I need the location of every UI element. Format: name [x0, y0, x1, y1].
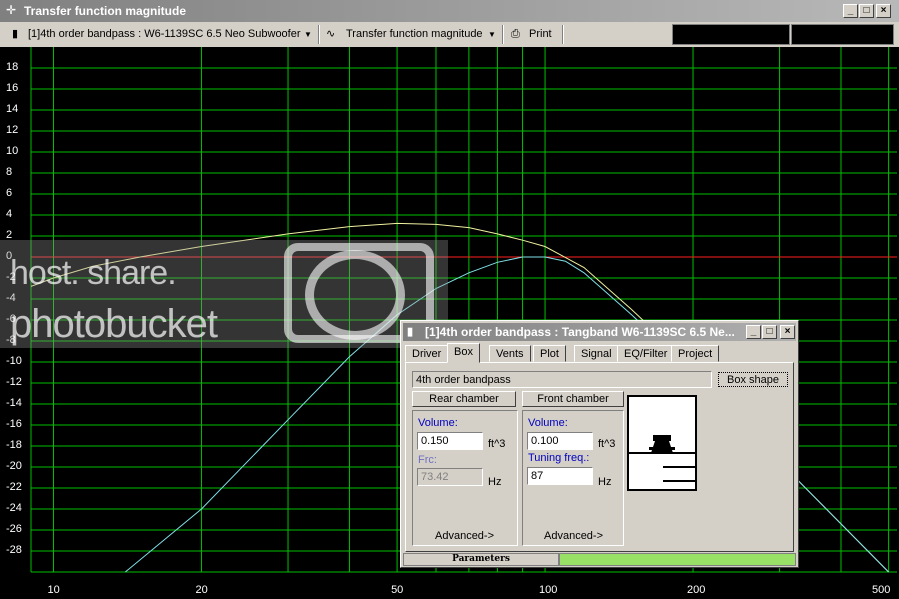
watermark-line-2: photobucket [10, 302, 218, 346]
y-tick-label: -28 [6, 544, 22, 556]
chevron-down-icon[interactable]: ▼ [304, 25, 312, 44]
box-dialog: ▮ [1]4th order bandpass : Tangband W6-11… [400, 320, 799, 568]
front-chamber-header[interactable]: Front chamber [522, 391, 624, 407]
y-tick-label: -26 [6, 523, 22, 535]
tab-vents[interactable]: Vents [489, 345, 531, 362]
y-tick-label: -14 [6, 397, 22, 409]
y-tick-label: -16 [6, 418, 22, 430]
y-tick-label: -10 [6, 355, 22, 367]
tab-plot[interactable]: Plot [533, 345, 566, 362]
rear-frc-unit: Hz [488, 476, 502, 488]
tab-box[interactable]: Box [447, 343, 480, 363]
y-tick-label: 6 [6, 187, 13, 199]
x-tick-label: 10 [47, 584, 60, 596]
x-tick-label: 50 [391, 584, 404, 596]
y-tick-label: 4 [6, 208, 13, 220]
dialog-title: [1]4th order bandpass : Tangband W6-1139… [425, 325, 735, 339]
y-tick-label: -20 [6, 460, 22, 472]
front-chamber-group: Volume: 0.100 ft^3 Tuning freq.: 87 Hz A… [522, 410, 624, 546]
rear-frc-input: 73.42 [417, 468, 483, 486]
rear-chamber-group: Volume: 0.150 ft^3 Frc: 73.42 Hz Advance… [412, 410, 518, 546]
front-volume-unit: ft^3 [598, 438, 616, 450]
box-tab-panel: 4th order bandpass Box shape Rear chambe… [405, 362, 794, 552]
rear-volume-input[interactable]: 0.150 [417, 432, 483, 450]
bandpass-box-diagram-icon [629, 435, 695, 482]
minimize-button[interactable]: _ [843, 4, 858, 18]
box-diagram [627, 395, 697, 491]
y-tick-label: 18 [6, 61, 19, 73]
rear-advanced-link[interactable]: Advanced-> [435, 530, 494, 542]
x-tick-label: 100 [539, 584, 558, 596]
y-tick-label: -22 [6, 481, 22, 493]
x-tick-label: 20 [195, 584, 208, 596]
dialog-status-bar: Parameters [403, 553, 796, 566]
maximize-button[interactable]: □ [859, 4, 874, 18]
tab-signal[interactable]: Signal [574, 345, 619, 362]
toolbar: ▮ [1]4th order bandpass : W6-1139SC 6.5 … [0, 22, 899, 48]
rear-volume-unit: ft^3 [488, 438, 506, 450]
rear-chamber-header[interactable]: Rear chamber [412, 391, 516, 407]
dialog-close-button[interactable]: × [780, 325, 795, 339]
sine-wave-icon: ∿ [326, 28, 336, 40]
rear-frc-label: Frc: [418, 454, 437, 466]
box-type-display: 4th order bandpass [412, 371, 712, 388]
y-tick-label: -18 [6, 439, 22, 451]
dialog-minimize-button[interactable]: _ [746, 325, 761, 339]
y-tick-label: 14 [6, 103, 19, 115]
document-icon: ▮ [407, 326, 414, 338]
front-tuning-label: Tuning freq.: [528, 452, 590, 464]
y-tick-label: 12 [6, 124, 19, 136]
window-title: Transfer function magnitude [24, 4, 187, 18]
window-titlebar: ✛ Transfer function magnitude _ □ × [0, 0, 899, 22]
status-progress [559, 553, 796, 566]
rear-volume-label: Volume: [418, 417, 458, 429]
project-select[interactable]: [1]4th order bandpass : W6-1139SC 6.5 Ne… [28, 25, 301, 44]
document-icon: ▮ [12, 28, 19, 40]
watermark: host. share. photobucket [0, 240, 448, 348]
chevron-down-icon[interactable]: ▼ [488, 25, 496, 44]
tab-eq-filter[interactable]: EQ/Filter [617, 345, 675, 362]
front-volume-label: Volume: [528, 417, 568, 429]
status-label: Parameters [403, 553, 559, 566]
x-tick-label: 200 [687, 584, 706, 596]
readout-box-right [791, 24, 894, 45]
front-volume-input[interactable]: 0.100 [527, 432, 593, 450]
y-tick-label: 8 [6, 166, 13, 178]
crosshair-icon: ✛ [6, 3, 17, 17]
camera-lens-icon [305, 250, 405, 340]
tab-driver[interactable]: Driver [405, 345, 449, 362]
front-tuning-input[interactable]: 87 [527, 467, 593, 485]
y-tick-label: 10 [6, 145, 19, 157]
dialog-maximize-button[interactable]: □ [762, 325, 777, 339]
close-button[interactable]: × [876, 4, 891, 18]
box-shape-button[interactable]: Box shape [718, 372, 788, 387]
print-button[interactable]: Print [529, 25, 552, 44]
toolbar-separator [562, 25, 564, 44]
toolbar-separator [502, 25, 504, 44]
y-tick-label: 16 [6, 82, 19, 94]
plot-select[interactable]: Transfer function magnitude [346, 25, 483, 44]
y-tick-label: -12 [6, 376, 22, 388]
dialog-titlebar[interactable]: ▮ [1]4th order bandpass : Tangband W6-11… [403, 323, 796, 341]
x-tick-label: 500 [872, 584, 891, 596]
tab-project[interactable]: Project [671, 345, 720, 362]
front-advanced-link[interactable]: Advanced-> [544, 530, 603, 542]
front-tuning-unit: Hz [598, 476, 612, 488]
printer-icon: ⎙ [511, 28, 520, 40]
y-tick-label: -24 [6, 502, 22, 514]
watermark-line-1: host. share. [10, 254, 177, 292]
readout-box-left [672, 24, 790, 45]
toolbar-separator [318, 25, 320, 44]
